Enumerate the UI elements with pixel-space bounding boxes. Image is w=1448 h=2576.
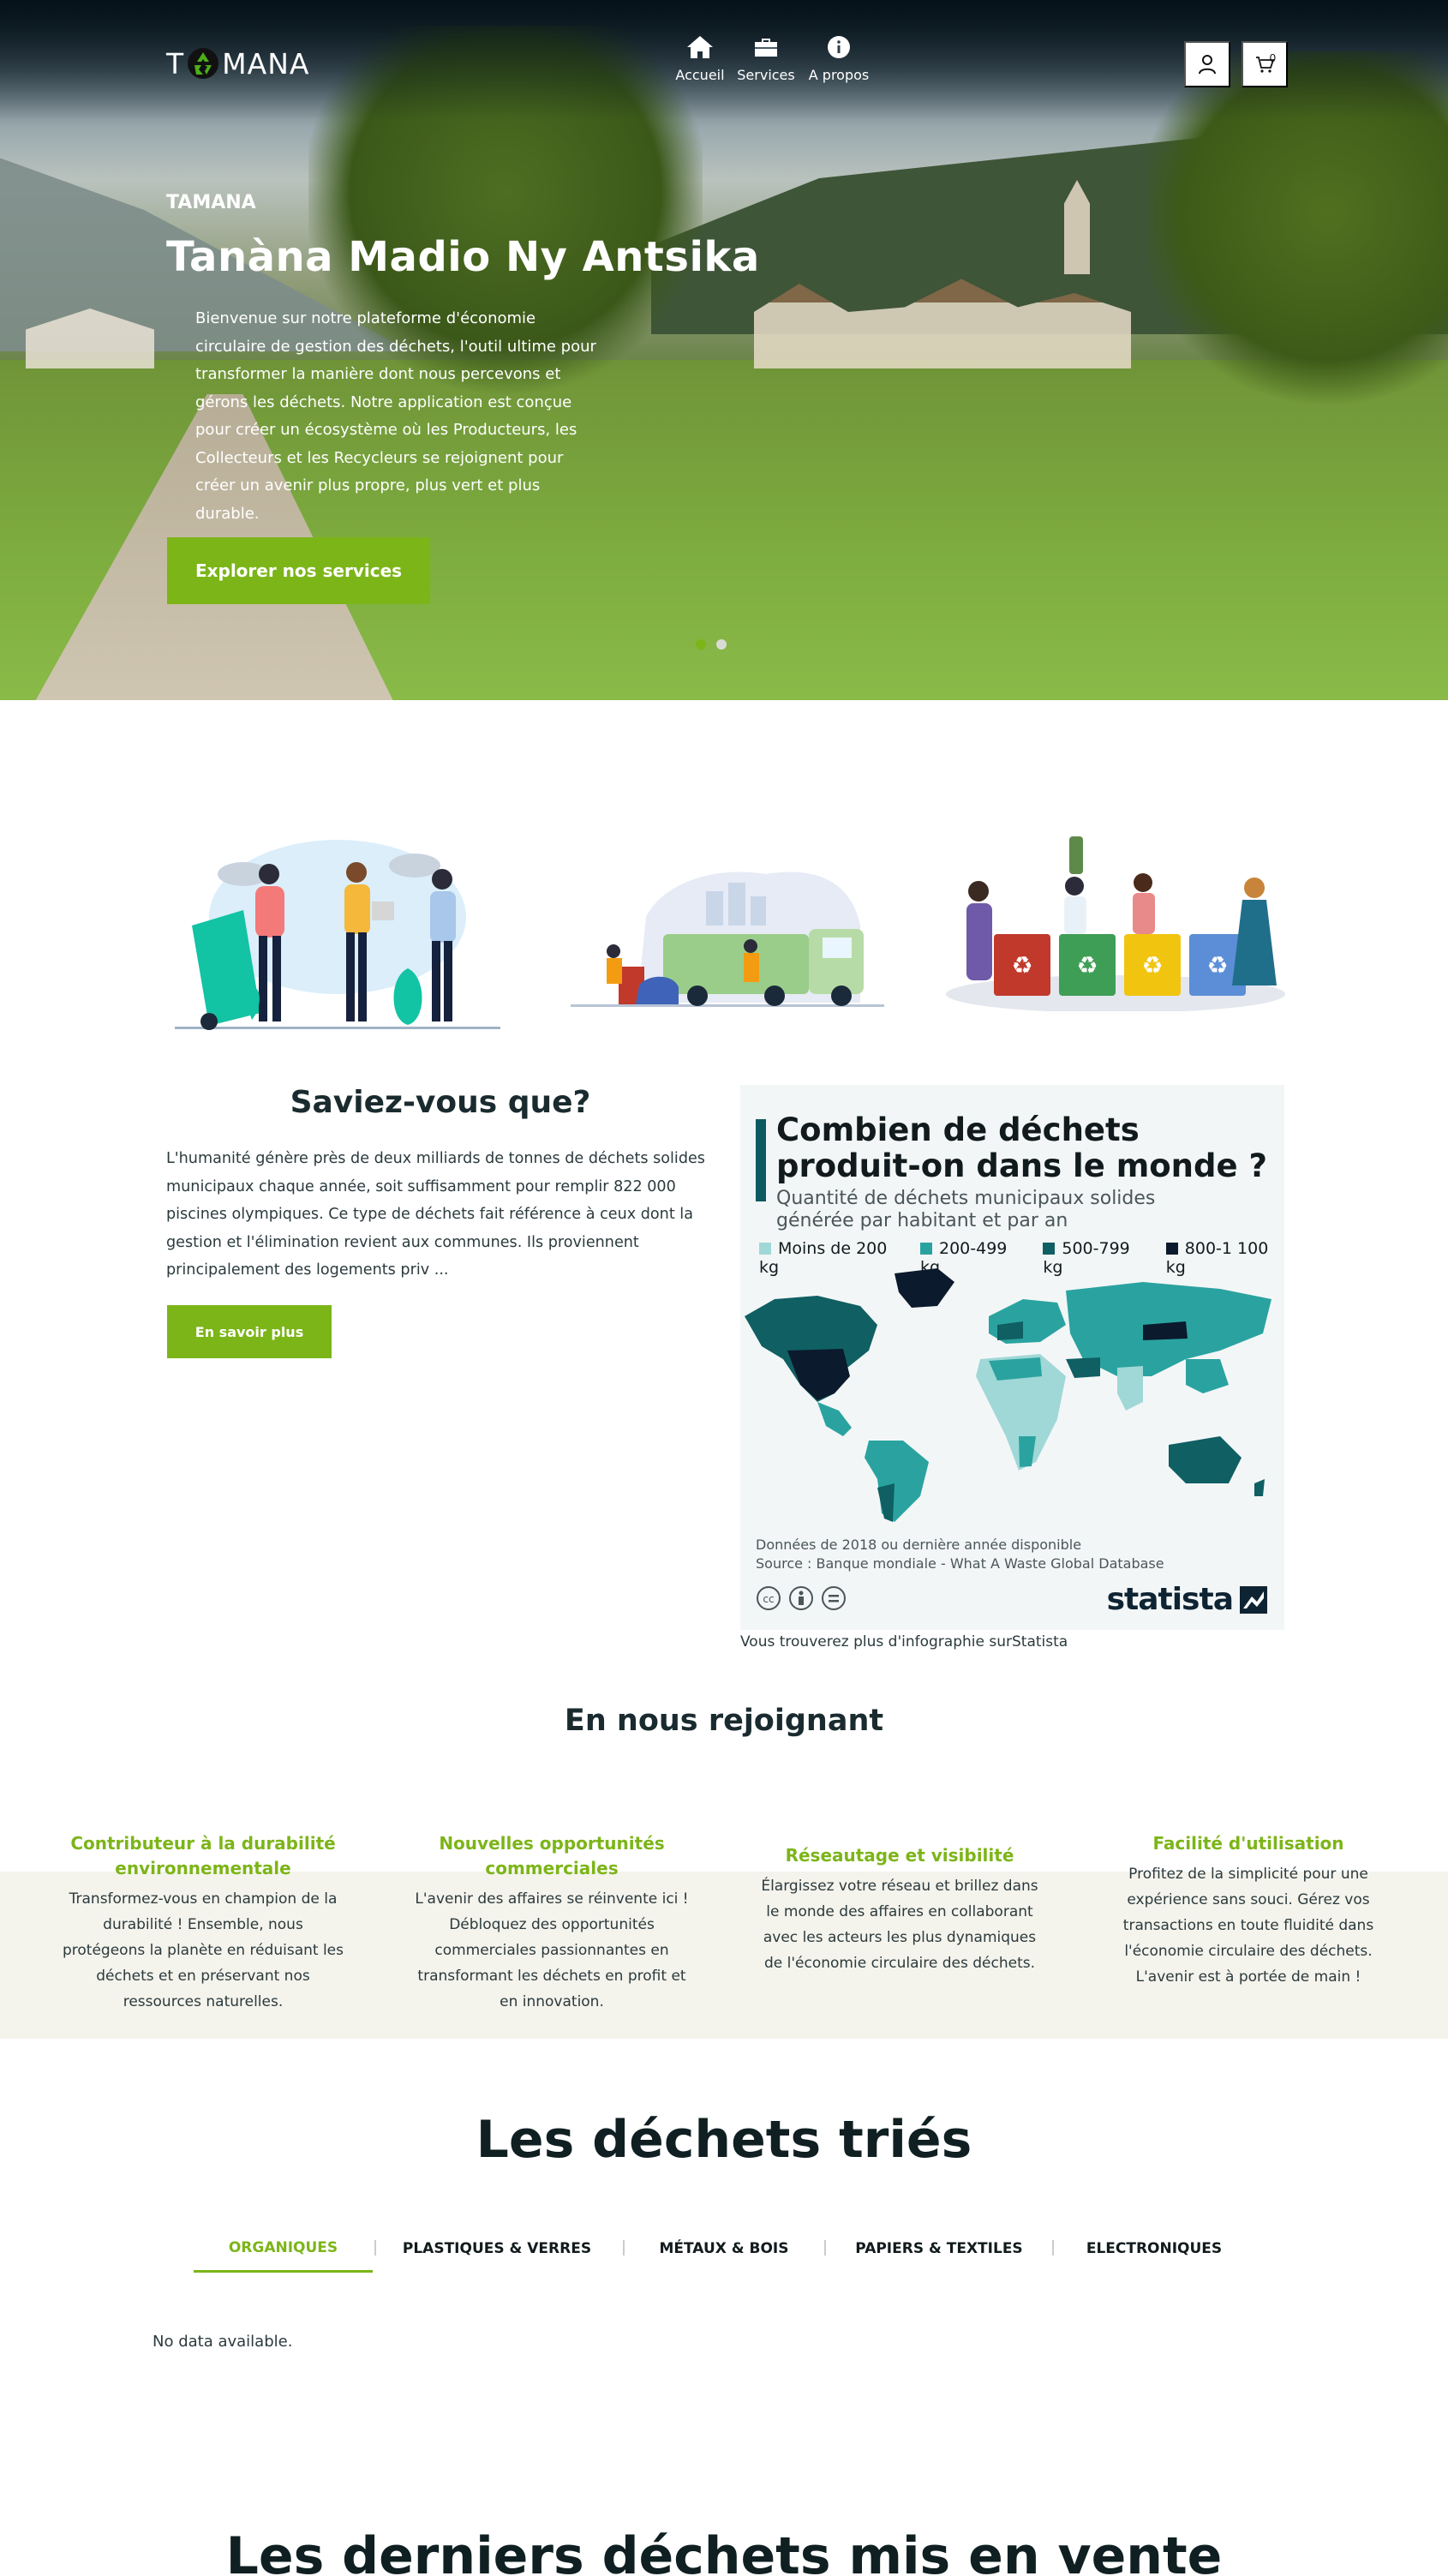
benefit-title: Contributeur à la durabilité environneme… [70, 1833, 336, 1878]
tab-plastiques-verres[interactable]: Plastiques & verres [377, 2225, 617, 2273]
benefit-text: L'avenir des affaires se réinvente ici !… [415, 1890, 689, 2010]
logo-text-left: T [166, 46, 185, 81]
infographic-notes: Données de 2018 ou dernière année dispon… [756, 1536, 1164, 1573]
svg-text:♻: ♻ [1076, 952, 1098, 979]
benefit-text: Profitez de la simplicité pour une expér… [1122, 1866, 1374, 1986]
briefcase-icon [755, 39, 777, 57]
join-title: En nous rejoignant [564, 1704, 884, 1738]
nav-item-label: A propos [808, 67, 870, 83]
legend-swatch [1043, 1243, 1056, 1255]
benefit-card: Nouvelles opportunités commerciales L'av… [410, 1831, 693, 2015]
svg-text:cc: cc [763, 1593, 774, 1605]
hero-eyebrow: TAMANA [166, 192, 256, 213]
benefit-title: Facilité d'utilisation [1152, 1833, 1344, 1854]
did-you-know-text: L'humanité génère près de deux milliards… [166, 1150, 705, 1279]
slider-dot[interactable] [716, 639, 727, 650]
no-derivatives-icon [822, 1586, 846, 1610]
did-you-know-title: Saviez-vous que? [290, 1085, 591, 1120]
statista-mark-icon [1240, 1585, 1267, 1614]
hero-title: Tanàna Madio Ny Antsika [166, 233, 760, 281]
world-map [745, 1268, 1271, 1522]
benefit-text: Transformez-vous en champion de la durab… [62, 1890, 344, 2010]
attribution-icon [789, 1586, 813, 1610]
nav-item-services[interactable]: Services [727, 34, 805, 83]
statista-wordmark: statista [1106, 1582, 1234, 1617]
benefit-card: Facilité d'utilisation Profitez de la si… [1107, 1831, 1390, 1990]
cart-button[interactable]: 0 [1242, 41, 1288, 87]
logo-text-right: MANA [222, 46, 310, 81]
infographic-subtitle: Quantité de déchets municipaux solides g… [776, 1188, 1156, 1231]
nav-item-a-propos[interactable]: A propos [800, 34, 877, 83]
infographic-source: Source : Banque mondiale - What A Waste … [756, 1555, 1164, 1572]
benefit-title: Réseautage et visibilité [785, 1845, 1014, 1866]
legend-swatch [1165, 1243, 1178, 1255]
infographic-caption: Vous trouverez plus d'infographie surSta… [740, 1633, 1068, 1650]
user-icon [1199, 55, 1216, 75]
site-logo[interactable]: T MANA [166, 46, 309, 81]
garbage-truck-illustration [569, 857, 886, 1011]
infographic-accent-bar [756, 1119, 766, 1201]
recycle-logo-icon [186, 46, 220, 81]
legend-swatch [759, 1243, 771, 1255]
tab-organiques[interactable]: Organiques [194, 2225, 373, 2273]
slider-dot-active[interactable] [696, 639, 706, 650]
benefit-card: Réseautage et visibilité Élargissez votr… [758, 1843, 1041, 1976]
cc-icon: cc [757, 1586, 781, 1610]
statista-logo: statista [1107, 1582, 1267, 1617]
infographic-title: Combien de déchets produit-on dans le mo… [776, 1111, 1267, 1184]
benefit-title: Nouvelles opportunités commerciales [439, 1833, 665, 1878]
cart-count-badge: 0 [1269, 51, 1276, 64]
tab-separator [374, 2240, 376, 2255]
recycling-bins-illustration: ♻ ♻ ♻ ♻ [944, 831, 1287, 1011]
explore-services-button[interactable]: Explorer nos services [167, 537, 430, 604]
slider-dots [696, 639, 727, 650]
svg-text:♻: ♻ [1011, 952, 1032, 979]
sorted-waste-title: Les déchets triés [476, 2110, 972, 2170]
waste-category-tabs: Organiques Plastiques & verres Métaux & … [194, 2225, 1254, 2273]
info-icon [828, 36, 850, 58]
people-recycling-illustration [166, 823, 509, 1037]
benefit-card: Contributeur à la durabilité environneme… [62, 1831, 344, 2015]
tab-papiers-textiles[interactable]: Papiers & textiles [828, 2225, 1050, 2273]
home-icon [687, 36, 713, 58]
infographic-note: Données de 2018 ou dernière année dispon… [756, 1537, 1082, 1553]
hero-description: Bienvenue sur notre plateforme d'économi… [195, 309, 596, 523]
tab-separator [623, 2240, 625, 2255]
tab-electroniques[interactable]: Electroniques [1056, 2225, 1253, 2273]
waste-infographic[interactable]: Combien de déchets produit-on dans le mo… [740, 1085, 1284, 1630]
account-button[interactable] [1184, 41, 1230, 87]
license-icons: cc [756, 1585, 847, 1611]
learn-more-button[interactable]: En savoir plus [167, 1305, 332, 1358]
empty-state-message: No data available. [153, 2333, 293, 2351]
benefit-text: Élargissez votre réseau et brillez dans … [761, 1878, 1038, 1972]
top-navigation: T MANA Accueil Services A propos 0 [0, 0, 1448, 94]
svg-text:♻: ♻ [1206, 952, 1228, 979]
legend-swatch [919, 1243, 932, 1255]
tab-separator [824, 2240, 826, 2255]
hero-banner: T MANA Accueil Services A propos 0 TAMAN… [0, 0, 1448, 700]
tab-metaux-bois[interactable]: Métaux & bois [625, 2225, 823, 2273]
nav-item-label: Services [737, 67, 795, 83]
svg-text:♻: ♻ [1141, 952, 1163, 979]
tab-separator [1052, 2240, 1054, 2255]
latest-waste-title: Les derniers déchets mis en vente [225, 2526, 1223, 2576]
nav-item-label: Accueil [675, 67, 725, 83]
